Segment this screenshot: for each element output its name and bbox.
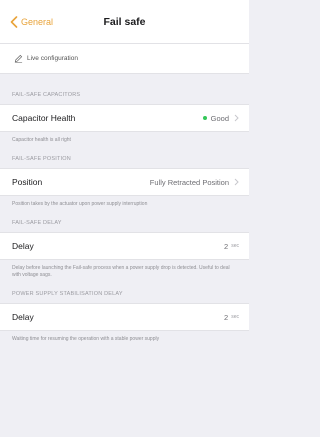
stabilisation-footer: Waiting time for resuming the operation … [12,336,160,342]
delay-value-number: 2 [224,241,229,251]
back-button-label: General [21,16,54,27]
position-footer: Position takes by the actuator upon powe… [12,201,148,207]
delay-unit: sec [231,243,239,249]
stabilisation-delay-number: 2 [224,312,229,322]
delay-footer: Delay before launching the Fail-safe pro… [12,265,230,278]
chevron-right-icon [234,178,239,186]
chevron-right-icon [234,114,239,122]
stabilisation-delay-unit: sec [231,314,239,320]
capacitor-health-value: Good [202,113,239,123]
position-value: Fully Retracted Position [150,178,239,187]
live-configuration-label: Live configuration [27,55,78,62]
capacitor-footer: Capacitor health is all right [12,137,71,143]
section-header-delay: FAIL-SAFE DELAY [12,220,62,226]
navigation-bar: General Fail safe [0,0,249,44]
position-value-text: Fully Retracted Position [149,177,229,187]
delay-label: Delay [12,241,34,251]
capacitor-health-status: Good [210,113,229,123]
position-row[interactable]: Position Fully Retracted Position [0,168,249,196]
delay-row[interactable]: Delay 2 sec [0,232,249,260]
capacitor-health-row[interactable]: Capacitor Health Good [0,104,249,132]
stabilisation-delay-value: 2 sec [224,313,239,322]
position-label: Position [12,177,43,187]
section-header-position: FAIL-SAFE POSITION [12,156,71,162]
section-header-stabilisation: POWER SUPPLY STABILISATION DELAY [12,291,123,297]
section-header-capacitors: FAIL-SAFE CAPACITORS [12,92,81,98]
stabilisation-delay-label: Delay [12,312,34,322]
back-button[interactable]: General [0,15,54,28]
edit-icon [14,54,23,63]
status-dot-icon [202,116,207,120]
chevron-left-icon [10,15,18,28]
delay-value: 2 sec [224,242,239,251]
capacitor-health-label: Capacitor Health [12,113,76,123]
stabilisation-delay-row[interactable]: Delay 2 sec [0,303,249,331]
live-configuration-button[interactable]: Live configuration [0,44,249,74]
